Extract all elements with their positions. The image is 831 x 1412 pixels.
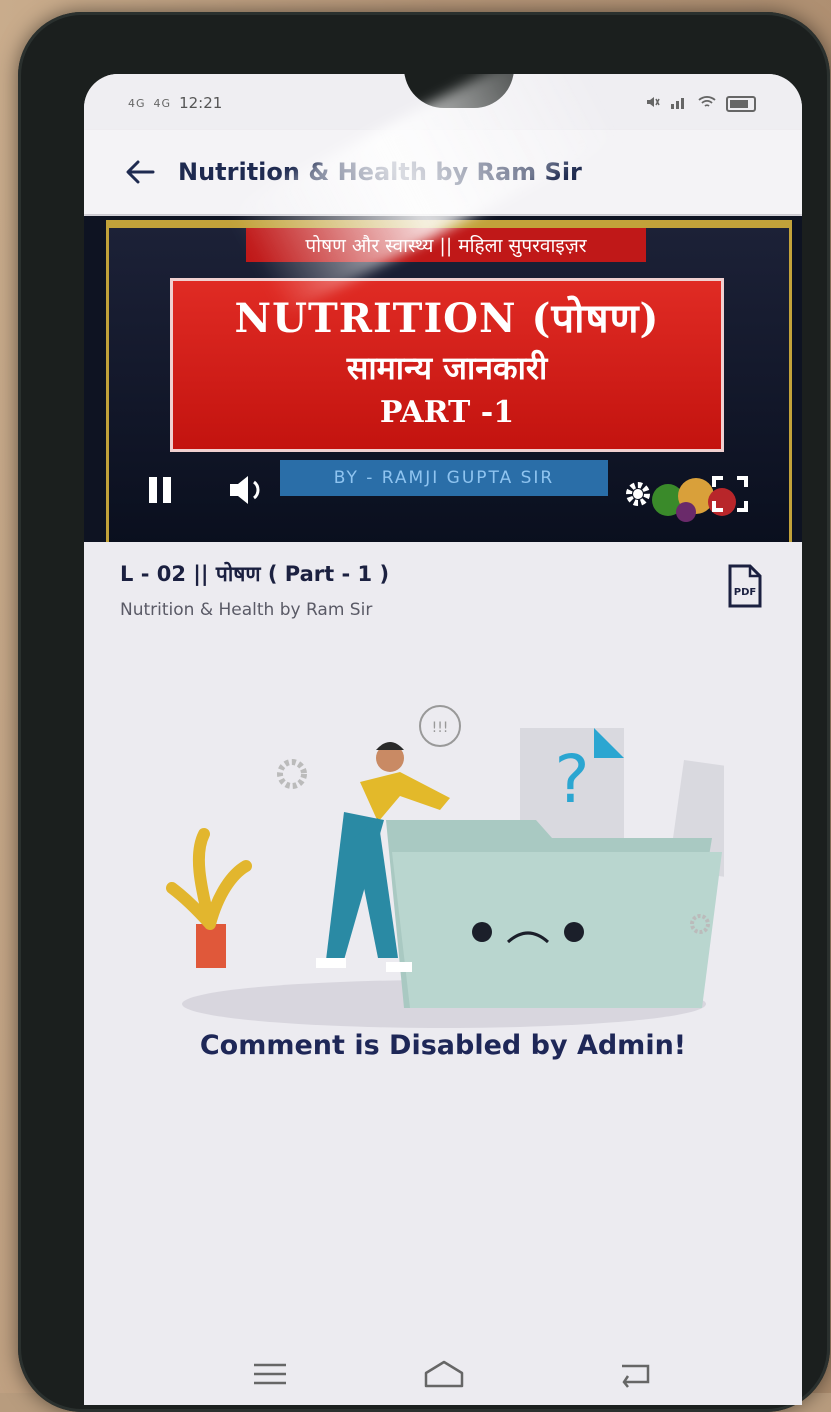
fullscreen-icon[interactable] [708,472,752,516]
network-icon [670,95,688,113]
video-author-label: BY - RAMJI GUPTA SIR [280,460,608,496]
status-right [644,94,756,114]
video-card-line1: NUTRITION (पोषण) [234,295,660,342]
svg-text:!!!: !!! [432,720,449,736]
app-bar: Nutrition & Health by Ram Sir [84,130,802,214]
system-nav-bar [84,1339,802,1405]
pdf-icon[interactable]: PDF [726,564,764,608]
camera-notch [404,74,514,108]
gear-icon[interactable] [618,474,658,514]
home-icon[interactable] [422,1357,466,1391]
arrow-left-icon[interactable] [124,156,156,188]
video-banner: पोषण और स्वास्थ्य || महिला सुपरवाइज़र [246,228,646,262]
phone-screen: 4G 4G 12:21 Nutrition & Health by Ram Si… [84,74,802,1405]
video-title-card: NUTRITION (पोषण) सामान्य जानकारी PART -1 [170,278,724,452]
status-bar: 4G 4G 12:21 [84,74,802,130]
volume-icon[interactable] [224,470,272,510]
svg-text:PDF: PDF [734,587,756,598]
battery-icon [726,96,756,112]
svg-text:?: ? [554,741,589,818]
video-card-line2: सामान्य जानकारी [346,349,548,387]
mute-icon [644,94,660,114]
page-title: Nutrition & Health by Ram Sir [178,158,582,186]
comments-disabled-message: Comment is Disabled by Admin! [199,1030,687,1061]
lesson-panel: L - 02 || पोषण ( Part - 1 ) Nutrition & … [84,542,802,1405]
pause-icon[interactable] [140,470,180,510]
menu-icon[interactable] [248,1357,292,1391]
empty-folder-illustration: ? !!! [166,705,724,1028]
lesson-title: L - 02 || पोषण ( Part - 1 ) [120,562,390,586]
phone-frame: 4G 4G 12:21 Nutrition & Health by Ram Si… [18,12,830,1412]
video-player[interactable]: पोषण और स्वास्थ्य || महिला सुपरवाइज़र NU… [84,216,802,542]
status-left: 4G 4G 12:21 [128,94,222,112]
lesson-course-name: Nutrition & Health by Ram Sir [120,600,373,620]
signal-sim2-label: 4G [153,96,172,110]
clock: 12:21 [179,94,223,112]
back-icon[interactable] [614,1357,658,1391]
wifi-icon [698,95,716,113]
signal-sim1-label: 4G [128,96,146,110]
video-card-line3: PART -1 [379,395,515,430]
